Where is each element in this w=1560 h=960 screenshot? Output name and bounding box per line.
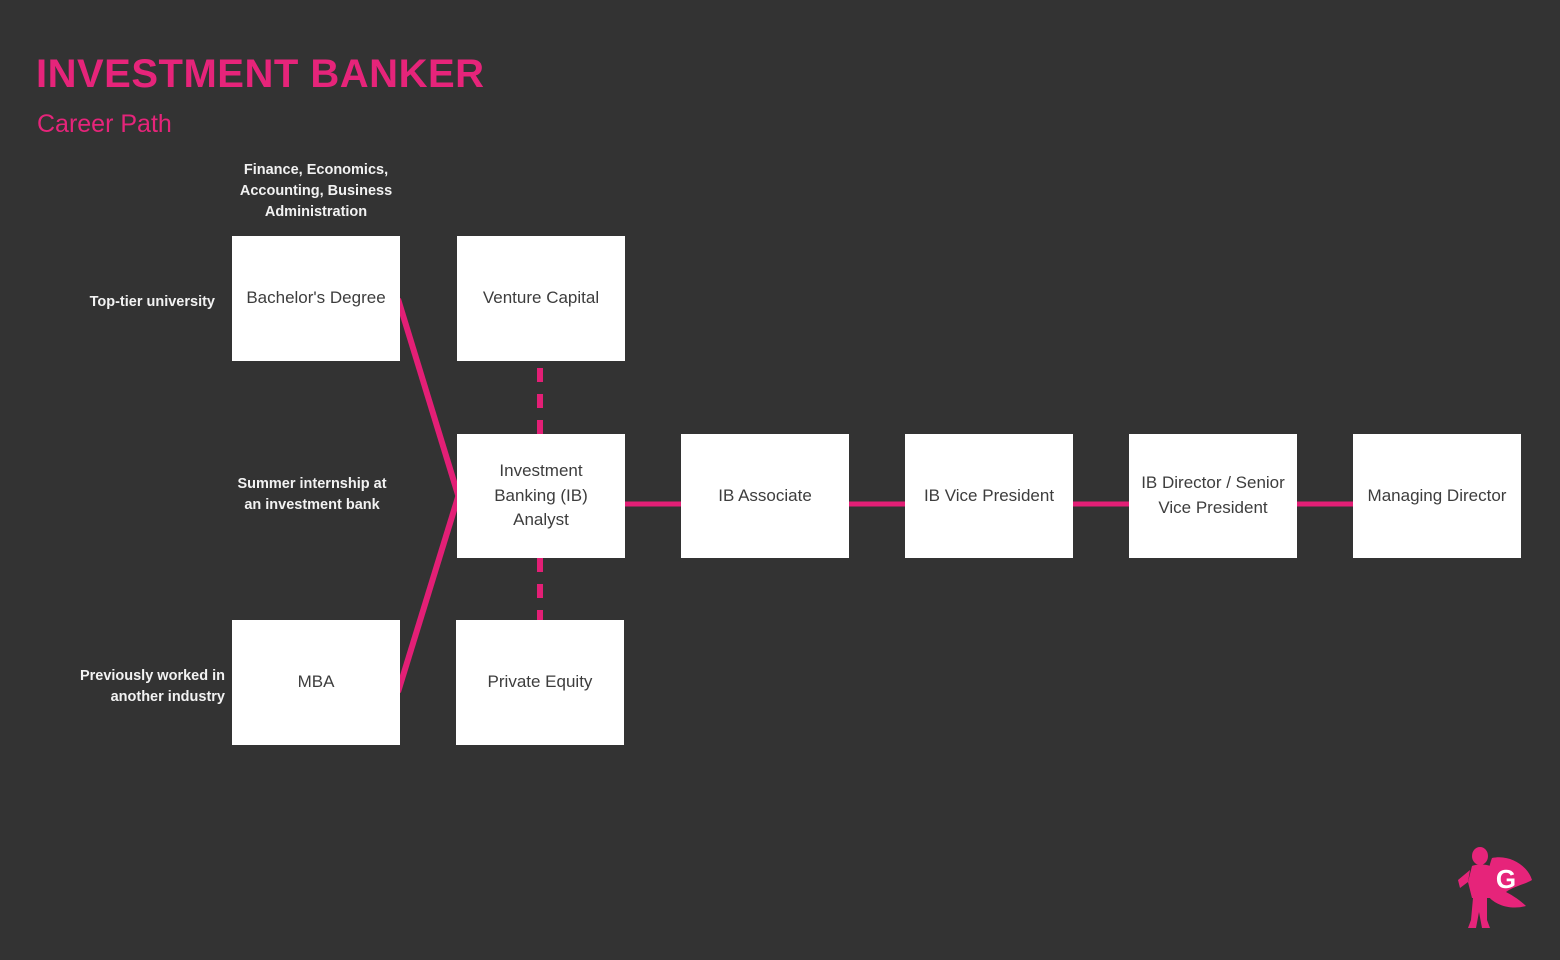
node-ib-director[interactable]: IB Director / Senior Vice President — [1129, 434, 1297, 558]
node-mba[interactable]: MBA — [232, 620, 400, 745]
superhero-g-logo: G — [1458, 847, 1532, 928]
head-shape — [1472, 847, 1488, 865]
node-ib-analyst[interactable]: Investment Banking (IB) Analyst — [457, 434, 625, 558]
node-venture-capital[interactable]: Venture Capital — [457, 236, 625, 361]
page-subtitle: Career Path — [37, 110, 172, 138]
annotation-university-tier: Top-tier university — [89, 294, 215, 310]
node-ib-associate[interactable]: IB Associate — [681, 434, 849, 558]
career-path-infographic: INVESTMENT BANKER Career Path Finance, E… — [0, 0, 1560, 960]
left-arm-shape — [1458, 870, 1470, 888]
legs-shape — [1468, 898, 1490, 928]
annotation-internship: Summer internship at an investment bank — [237, 476, 387, 514]
annotation-degree-fields: Finance, Economics, Accounting, Business… — [239, 162, 393, 221]
node-private-equity[interactable]: Private Equity — [456, 620, 624, 745]
torso-shape — [1468, 864, 1494, 898]
connector-mba-to-analyst — [395, 493, 462, 693]
node-ib-vice-president[interactable]: IB Vice President — [905, 434, 1073, 558]
logo-letter: G — [1496, 864, 1516, 894]
page-title: INVESTMENT BANKER — [36, 52, 485, 96]
annotation-prior-industry: Previously worked in another industry — [79, 668, 225, 706]
node-bachelors-degree[interactable]: Bachelor's Degree — [232, 236, 400, 361]
connector-bachelors-to-analyst — [395, 298, 462, 499]
node-managing-director[interactable]: Managing Director — [1353, 434, 1521, 558]
